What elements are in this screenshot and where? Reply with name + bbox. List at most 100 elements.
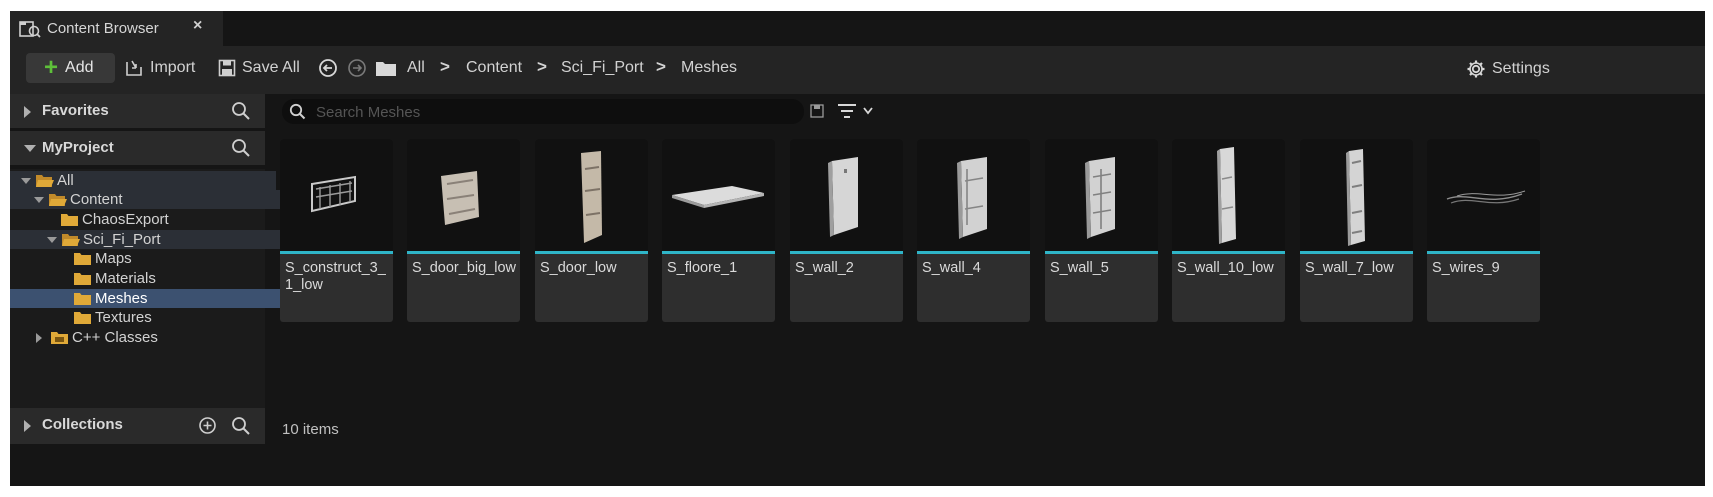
save-all-label: Save All xyxy=(242,59,300,76)
folder-icon xyxy=(376,62,396,76)
asset-tile[interactable]: S_floore_1 xyxy=(662,139,775,322)
tree-item-label: Meshes xyxy=(95,290,148,307)
folder-icon xyxy=(74,292,91,305)
asset-thumbnail xyxy=(1172,139,1285,251)
import-label: Import xyxy=(150,59,196,76)
collapse-arrow-icon[interactable] xyxy=(21,177,31,184)
save-search-icon[interactable] xyxy=(810,104,824,118)
settings-label: Settings xyxy=(1492,60,1550,77)
tree-item-label: Textures xyxy=(95,309,152,326)
expand-arrow-icon[interactable] xyxy=(24,106,31,118)
breadcrumb-separator[interactable]: > xyxy=(537,57,547,77)
save-icon xyxy=(218,59,236,77)
back-arrow-icon[interactable] xyxy=(318,58,338,78)
asset-thumbnail xyxy=(1045,139,1158,251)
close-icon[interactable]: × xyxy=(193,17,202,35)
asset-name: S_door_low xyxy=(540,260,617,276)
favorites-header[interactable]: Favorites xyxy=(10,94,265,128)
asset-type-bar xyxy=(407,251,520,254)
folder-icon xyxy=(61,213,78,226)
tree-item-label: ChaosExport xyxy=(82,211,169,228)
forward-arrow-icon[interactable] xyxy=(347,58,367,78)
tree-item-label: Sci_Fi_Port xyxy=(83,231,161,248)
save-all-button[interactable]: Save All xyxy=(218,59,300,77)
asset-name: S_floore_1 xyxy=(667,260,738,276)
collections-header[interactable]: Collections xyxy=(10,408,265,444)
tree-item-label: C++ Classes xyxy=(72,329,158,346)
expand-arrow-icon[interactable] xyxy=(24,420,31,432)
asset-name: S_wall_4 xyxy=(922,260,981,276)
asset-thumbnail xyxy=(280,139,393,251)
tree-item-all[interactable]: All xyxy=(10,171,276,190)
breadcrumb-sci-fi-port[interactable]: Sci_Fi_Port xyxy=(561,59,644,77)
mesh-thumbnail-image xyxy=(1346,149,1365,246)
breadcrumb-separator[interactable]: > xyxy=(656,57,666,77)
open-folder-icon xyxy=(36,174,54,187)
asset-tile[interactable]: S_wall_10_low xyxy=(1172,139,1285,322)
asset-name: S_wall_10_low xyxy=(1177,260,1274,276)
search-icon[interactable] xyxy=(231,416,251,436)
plus-icon: + xyxy=(44,54,59,81)
folder-icon xyxy=(74,272,91,285)
mesh-thumbnail-image xyxy=(311,175,356,213)
asset-type-bar xyxy=(535,251,648,254)
expand-arrow-icon[interactable] xyxy=(36,332,42,343)
favorites-label: Favorites xyxy=(42,102,109,119)
project-header[interactable]: MyProject xyxy=(10,131,265,165)
asset-tile[interactable]: S_wall_7_low xyxy=(1300,139,1413,322)
asset-tile[interactable]: S_wall_2 xyxy=(790,139,903,322)
import-button[interactable]: Import xyxy=(124,59,195,77)
add-collection-icon[interactable] xyxy=(198,416,217,435)
asset-tile[interactable]: S_door_big_low xyxy=(407,139,520,322)
asset-type-bar xyxy=(280,251,393,254)
add-button[interactable]: + Add xyxy=(26,53,115,83)
import-icon xyxy=(126,60,142,76)
tree-item-content[interactable]: Content xyxy=(10,190,289,209)
mesh-thumbnail-image xyxy=(828,157,858,237)
search-icon[interactable] xyxy=(231,138,251,158)
folder-icon xyxy=(74,311,91,324)
breadcrumb-all[interactable]: All xyxy=(407,59,425,77)
asset-name: S_wires_9 xyxy=(1432,260,1500,276)
content-browser: Content Browser × + Add Import Save All xyxy=(10,11,1705,486)
breadcrumb-meshes[interactable]: Meshes xyxy=(681,59,737,77)
asset-thumbnail xyxy=(1300,139,1413,251)
search-bar xyxy=(282,99,804,124)
tree-item-label: Maps xyxy=(95,250,132,267)
asset-name: S_wall_2 xyxy=(795,260,854,276)
tree-item-cpp-classes[interactable]: C++ Classes xyxy=(10,328,291,347)
settings-button[interactable]: Settings xyxy=(1466,59,1550,79)
asset-type-bar xyxy=(1427,251,1540,254)
collapse-arrow-icon[interactable] xyxy=(34,196,44,203)
asset-tile[interactable]: S_construct_3_1_low xyxy=(280,139,393,322)
tab-bar: Content Browser × xyxy=(10,11,1705,46)
search-icon[interactable] xyxy=(231,101,251,121)
asset-tile[interactable]: S_wall_4 xyxy=(917,139,1030,322)
tab-content-browser[interactable]: Content Browser × xyxy=(10,11,223,46)
open-folder-icon xyxy=(62,233,80,246)
asset-type-bar xyxy=(790,251,903,254)
collapse-arrow-icon[interactable] xyxy=(47,236,57,243)
search-input[interactable] xyxy=(314,101,788,123)
tree-item-chaosexport[interactable]: ChaosExport xyxy=(10,210,315,229)
filter-icon[interactable] xyxy=(837,103,877,119)
breadcrumb-content[interactable]: Content xyxy=(466,59,522,77)
asset-thumbnail xyxy=(1427,139,1540,251)
item-count: 10 items xyxy=(282,421,339,438)
tree-item-sci-fi-port[interactable]: Sci_Fi_Port xyxy=(10,230,302,249)
mesh-thumbnail-image xyxy=(957,157,987,239)
folder-icon xyxy=(74,252,91,265)
asset-tile[interactable]: S_door_low xyxy=(535,139,648,322)
asset-name: S_wall_7_low xyxy=(1305,260,1394,276)
add-label: Add xyxy=(65,59,94,76)
asset-name: S_construct_3_1_low xyxy=(285,260,386,293)
asset-type-bar xyxy=(917,251,1030,254)
collapse-arrow-icon[interactable] xyxy=(24,145,36,152)
tab-title: Content Browser xyxy=(47,20,159,37)
breadcrumb-separator[interactable]: > xyxy=(440,57,450,77)
gear-icon xyxy=(1467,60,1485,78)
asset-tile[interactable]: S_wires_9 xyxy=(1427,139,1540,322)
tree-item-label: Materials xyxy=(95,270,156,287)
mesh-thumbnail-image xyxy=(1446,190,1526,204)
asset-tile[interactable]: S_wall_5 xyxy=(1045,139,1158,322)
